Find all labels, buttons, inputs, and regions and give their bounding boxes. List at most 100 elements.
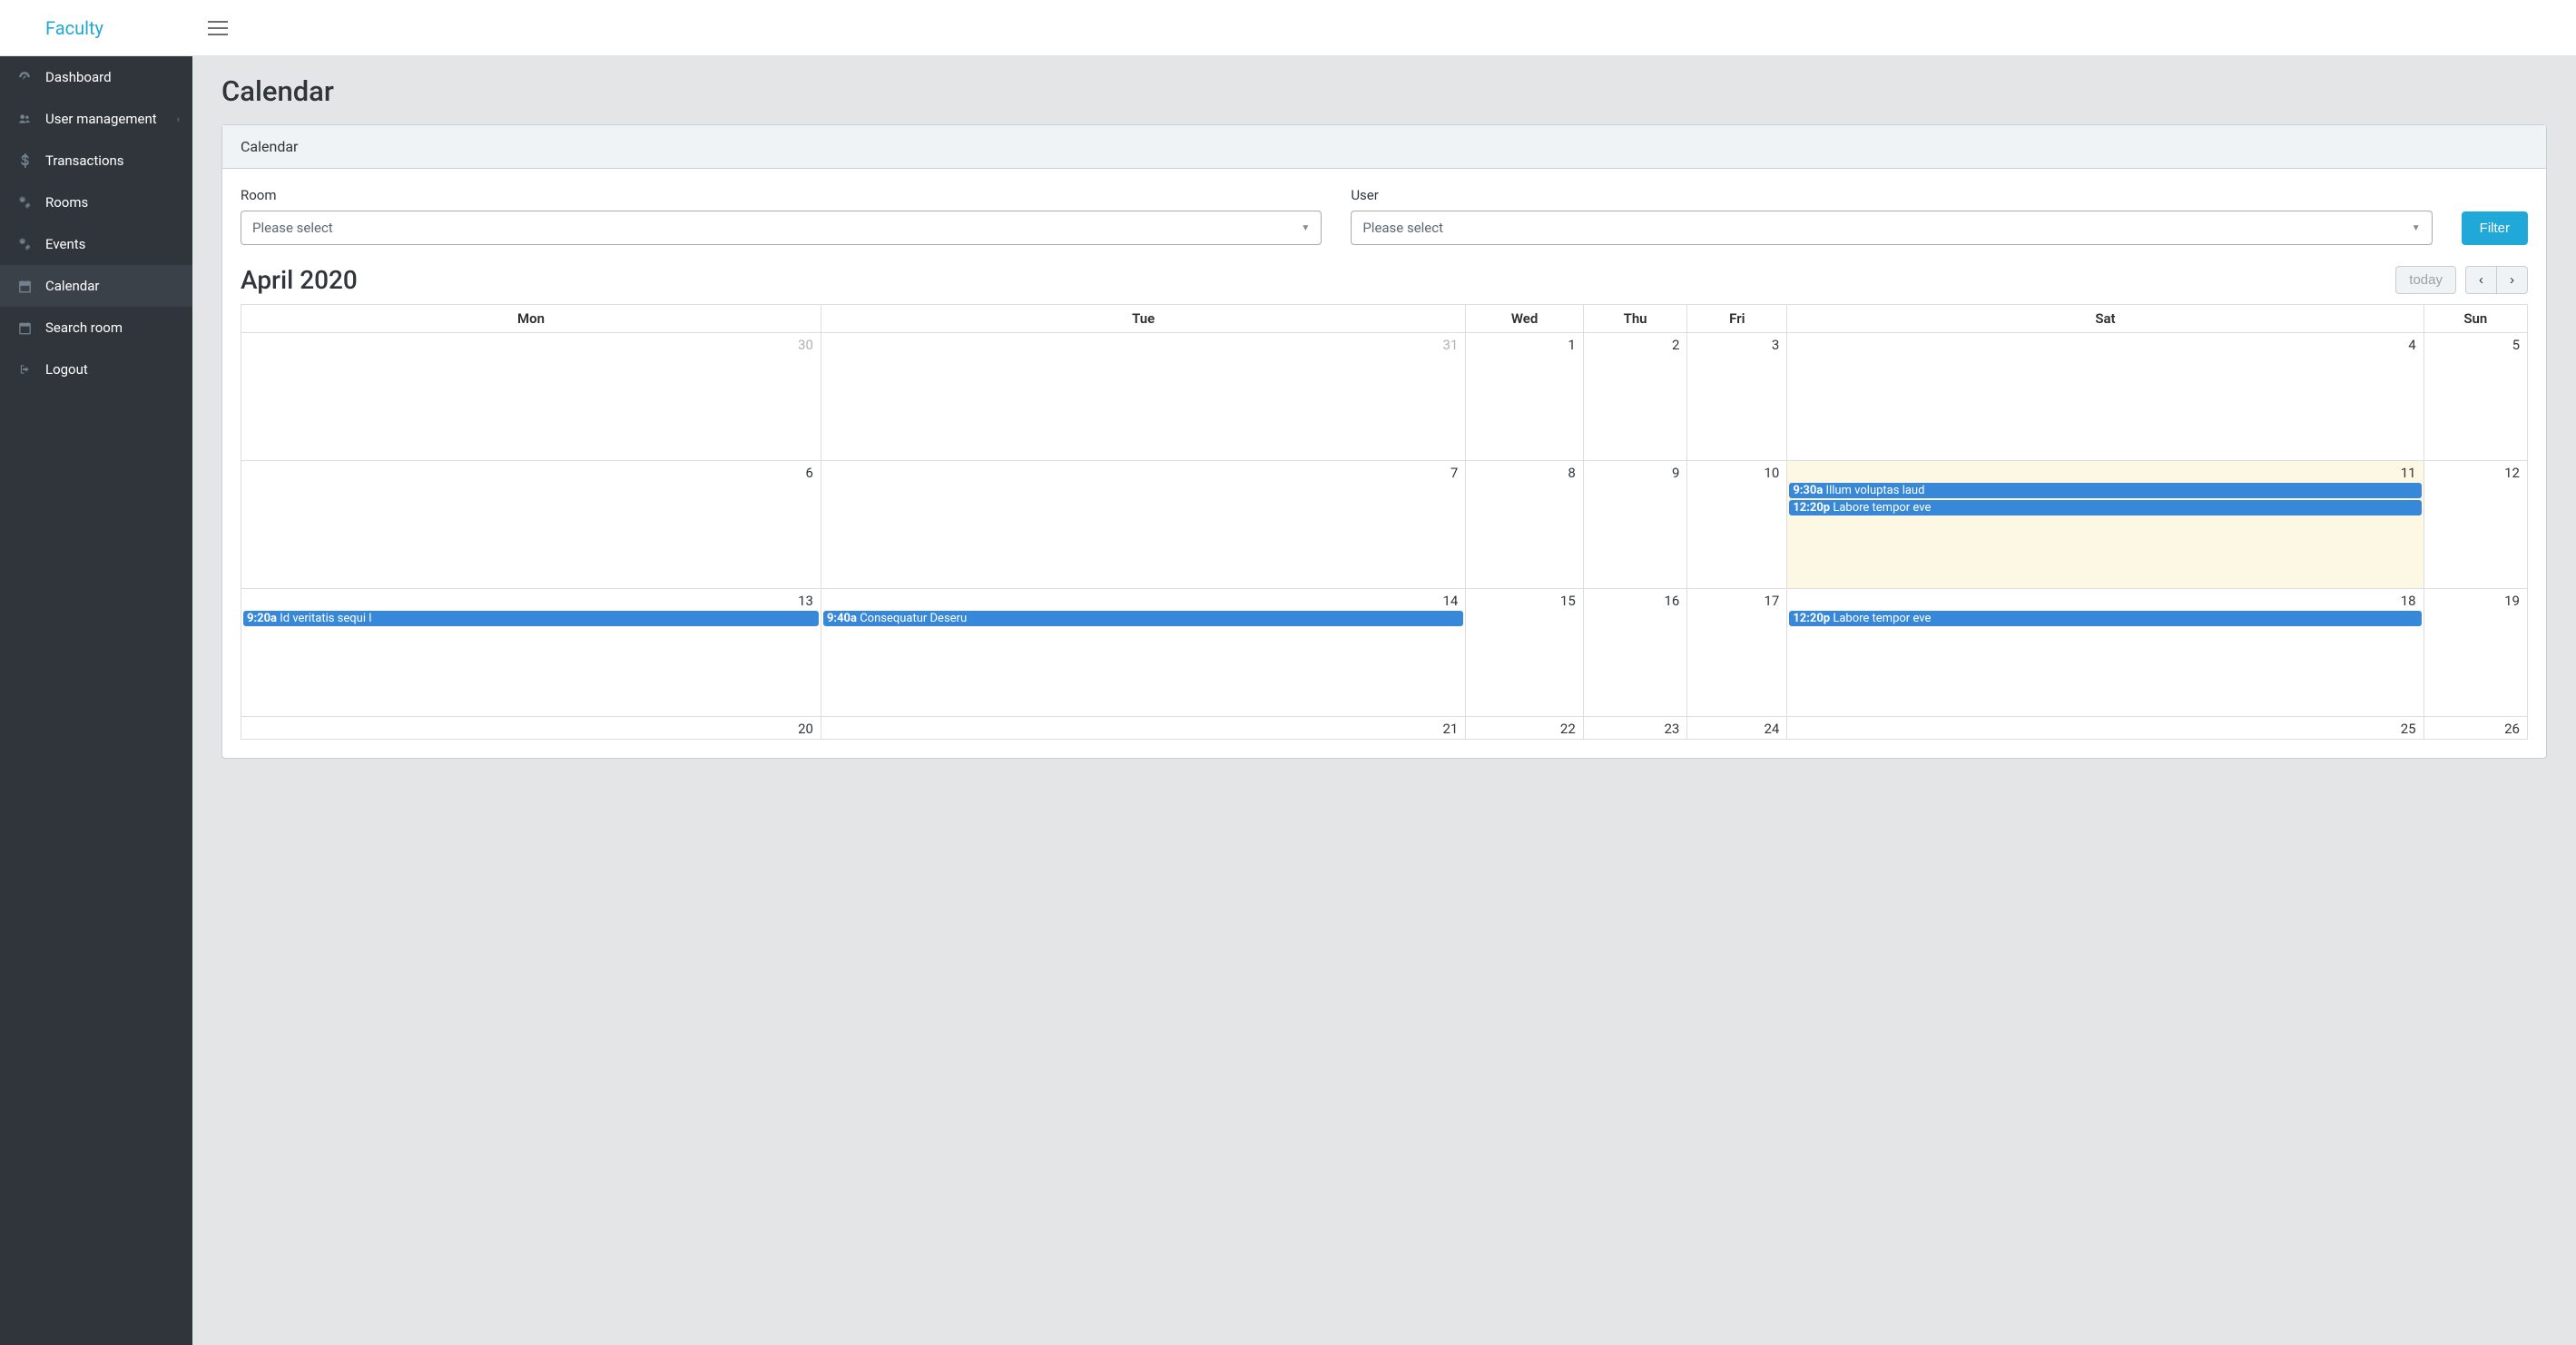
sidebar-item-user-management[interactable]: User management ‹ xyxy=(0,98,192,140)
gears-icon xyxy=(15,196,34,209)
sidebar-item-rooms[interactable]: Rooms xyxy=(0,182,192,223)
calendar-title: April 2020 xyxy=(241,265,358,295)
event-time: 9:40a xyxy=(827,612,857,625)
calendar-day[interactable]: 1812:20p Labore tempor eve xyxy=(1787,589,2424,717)
room-select-value: Please select xyxy=(252,220,333,236)
calendar-day[interactable]: 6 xyxy=(241,461,821,589)
day-number: 11 xyxy=(1787,461,2423,483)
calendar-day[interactable]: 31 xyxy=(821,333,1465,461)
calendar-day[interactable]: 17 xyxy=(1687,589,1787,717)
day-header: Thu xyxy=(1583,305,1687,333)
sidebar-item-events[interactable]: Events xyxy=(0,223,192,265)
day-number: 19 xyxy=(2424,589,2527,611)
calendar-event[interactable]: 9:40a Consequatur Deseru xyxy=(823,611,1463,626)
sidebar: Dashboard User management ‹ Transactions… xyxy=(0,56,192,1345)
calendar-day[interactable]: 24 xyxy=(1687,717,1787,740)
calendar-day[interactable]: 9 xyxy=(1583,461,1687,589)
calendar-day[interactable]: 4 xyxy=(1787,333,2424,461)
calendar-day[interactable]: 26 xyxy=(2424,717,2527,740)
event-title: Consequatur Deseru xyxy=(857,612,967,625)
calendar-event[interactable]: 12:20p Labore tempor eve xyxy=(1789,500,2421,515)
calendar-day[interactable]: 7 xyxy=(821,461,1465,589)
hamburger-icon[interactable] xyxy=(208,17,230,39)
event-title: Labore tempor eve xyxy=(1830,612,1931,625)
sidebar-item-label: Events xyxy=(45,236,85,252)
calendar-day[interactable]: 15 xyxy=(1466,589,1583,717)
day-header: Tue xyxy=(821,305,1465,333)
caret-down-icon: ▼ xyxy=(2412,223,2421,233)
calendar-card: Calendar Room Please select ▼ User P xyxy=(221,124,2547,759)
sidebar-item-label: Calendar xyxy=(45,278,100,294)
day-number: 6 xyxy=(241,461,821,483)
calendar-day[interactable]: 21 xyxy=(821,717,1465,740)
calendar-day[interactable]: 25 xyxy=(1787,717,2424,740)
day-number: 25 xyxy=(1787,717,2423,739)
day-number: 21 xyxy=(821,717,1465,739)
day-number: 7 xyxy=(821,461,1465,483)
prev-button[interactable]: ‹ xyxy=(2465,266,2496,294)
calendar-event[interactable]: 9:20a Id veritatis sequi l xyxy=(243,611,819,626)
filter-button[interactable]: Filter xyxy=(2462,211,2528,245)
calendar-day[interactable]: 30 xyxy=(241,333,821,461)
next-button[interactable]: › xyxy=(2496,266,2528,294)
day-number: 18 xyxy=(1787,589,2423,611)
calendar-day[interactable]: 5 xyxy=(2424,333,2527,461)
calendar-day[interactable]: 2 xyxy=(1583,333,1687,461)
calendar-event[interactable]: 9:30a Illum voluptas laud xyxy=(1789,483,2421,498)
today-button[interactable]: today xyxy=(2395,266,2456,294)
room-label: Room xyxy=(241,187,1322,203)
calendar-day[interactable]: 12 xyxy=(2424,461,2527,589)
calendar-day[interactable]: 16 xyxy=(1583,589,1687,717)
logout-icon xyxy=(15,363,34,376)
sidebar-item-logout[interactable]: Logout xyxy=(0,349,192,390)
calendar-day[interactable]: 23 xyxy=(1583,717,1687,740)
day-number: 24 xyxy=(1687,717,1786,739)
caret-down-icon: ▼ xyxy=(1301,223,1310,233)
sidebar-item-transactions[interactable]: Transactions xyxy=(0,140,192,182)
calendar-day[interactable]: 22 xyxy=(1466,717,1583,740)
sidebar-item-label: Rooms xyxy=(45,194,88,211)
day-number: 23 xyxy=(1584,717,1687,739)
event-time: 12:20p xyxy=(1793,501,1830,515)
calendar-day[interactable]: 1 xyxy=(1466,333,1583,461)
calendar-day[interactable]: 19 xyxy=(2424,589,2527,717)
chevron-left-icon: ‹ xyxy=(2479,272,2483,288)
sidebar-item-search-room[interactable]: Search room xyxy=(0,307,192,349)
day-number: 5 xyxy=(2424,333,2527,355)
room-select[interactable]: Please select ▼ xyxy=(241,211,1322,245)
day-number: 16 xyxy=(1584,589,1687,611)
sidebar-item-calendar[interactable]: Calendar xyxy=(0,265,192,307)
day-number: 31 xyxy=(821,333,1465,355)
day-number: 8 xyxy=(1466,461,1582,483)
filter-row: Room Please select ▼ User Please select … xyxy=(241,187,2528,245)
gears-icon xyxy=(15,238,34,250)
calendar-day[interactable]: 139:20a Id veritatis sequi l xyxy=(241,589,821,717)
user-select[interactable]: Please select ▼ xyxy=(1351,211,2432,245)
day-number: 10 xyxy=(1687,461,1786,483)
dashboard-icon xyxy=(15,71,34,83)
day-number: 2 xyxy=(1584,333,1687,355)
calendar-day[interactable]: 3 xyxy=(1687,333,1787,461)
sidebar-item-dashboard[interactable]: Dashboard xyxy=(0,56,192,98)
day-header: Mon xyxy=(241,305,821,333)
day-header: Sun xyxy=(2424,305,2527,333)
calendar-toolbar: April 2020 today ‹ › xyxy=(241,265,2528,295)
calendar-day[interactable]: 119:30a Illum voluptas laud 12:20p Labore… xyxy=(1787,461,2424,589)
calendar-day[interactable]: 10 xyxy=(1687,461,1787,589)
users-icon xyxy=(15,113,34,125)
chevron-left-icon: ‹ xyxy=(177,113,180,125)
day-number: 12 xyxy=(2424,461,2527,483)
sidebar-item-label: Dashboard xyxy=(45,69,112,85)
calendar-day[interactable]: 8 xyxy=(1466,461,1583,589)
dollar-icon xyxy=(15,153,34,168)
event-title: Illum voluptas laud xyxy=(1823,484,1924,497)
calendar-event[interactable]: 12:20p Labore tempor eve xyxy=(1789,611,2421,626)
event-time: 12:20p xyxy=(1793,612,1830,625)
calendar-grid: MonTueWedThuFriSatSun 303112345678910119… xyxy=(241,304,2528,740)
calendar-day[interactable]: 149:40a Consequatur Deseru xyxy=(821,589,1465,717)
calendar-day[interactable]: 20 xyxy=(241,717,821,740)
day-number: 14 xyxy=(821,589,1465,611)
day-header: Sat xyxy=(1787,305,2424,333)
brand-link[interactable]: Faculty xyxy=(45,17,103,39)
sidebar-item-label: User management xyxy=(45,111,157,127)
